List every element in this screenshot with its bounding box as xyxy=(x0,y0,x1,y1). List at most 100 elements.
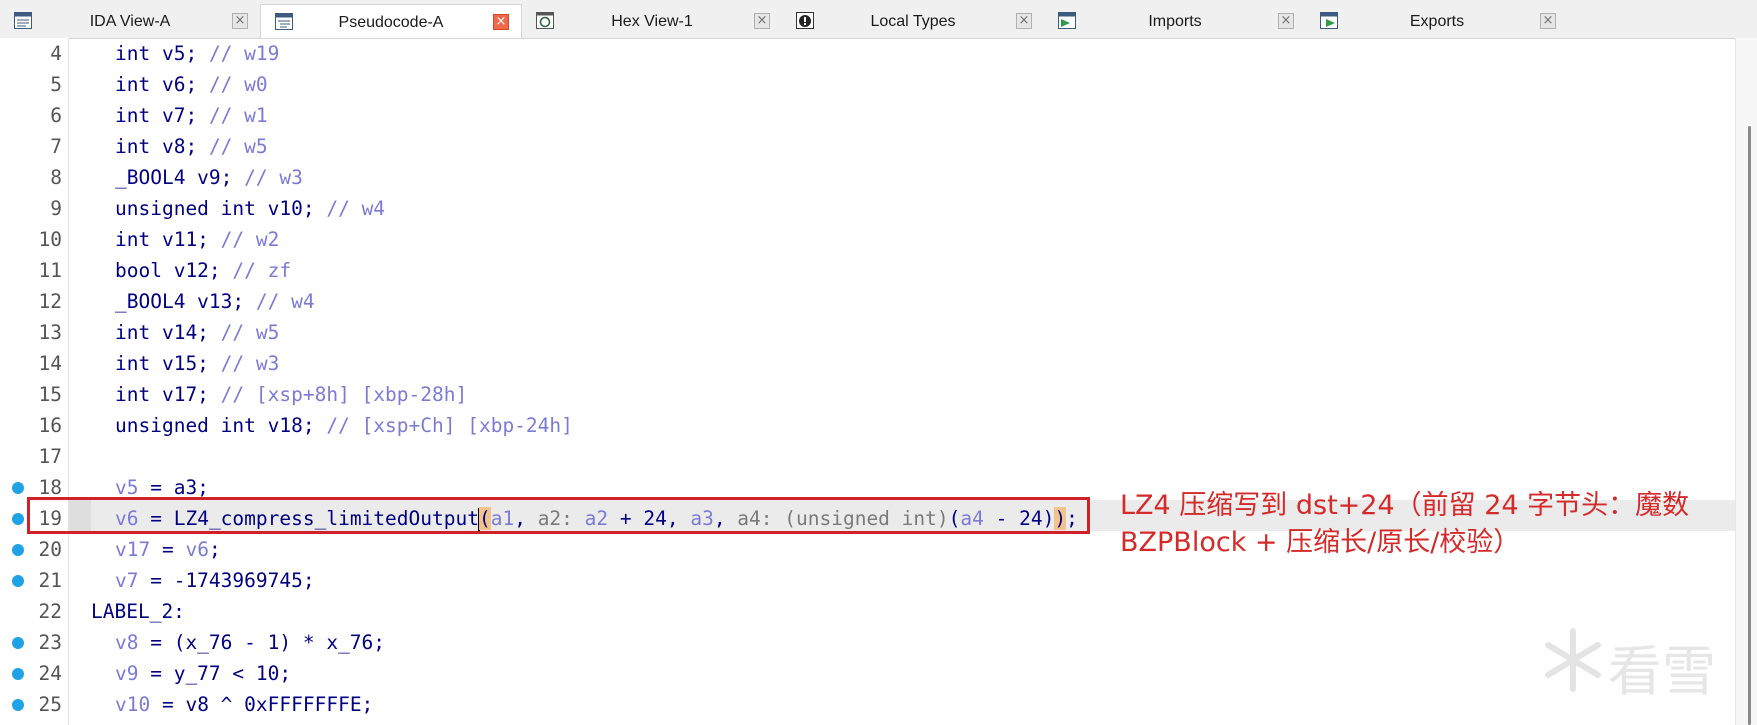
line-number: 6 xyxy=(50,104,62,127)
code-text: _BOOL4 v13; // w4 xyxy=(115,286,315,317)
code-text: v10 = v8 ^ 0xFFFFFFFE; xyxy=(115,689,373,720)
tab-exports[interactable]: Exports × xyxy=(1306,4,1568,38)
hex-view-icon xyxy=(536,12,554,29)
declaration: int v5; xyxy=(115,42,198,65)
annotation-line: BZPBlock + 压缩长/原长/校验） xyxy=(1120,527,1521,558)
code-text: int v14; // w5 xyxy=(115,317,279,348)
code-text: unsigned int v18; // [xsp+Ch] [xbp-24h] xyxy=(115,410,573,441)
close-icon[interactable]: × xyxy=(1278,13,1294,29)
local-types-icon xyxy=(796,12,814,29)
close-icon[interactable]: × xyxy=(232,13,248,29)
comment: // w3 xyxy=(220,352,280,375)
code-text: v17 = v6; xyxy=(115,534,221,565)
declaration: int v15; xyxy=(115,352,209,375)
exports-icon xyxy=(1320,12,1338,29)
watermark-text: 看雪 xyxy=(1608,640,1716,703)
tab-imports[interactable]: Imports × xyxy=(1044,4,1306,38)
code-line[interactable]: 14 int v15; // w3 xyxy=(0,348,1735,379)
line-number: 5 xyxy=(50,73,62,96)
comment: // w4 xyxy=(255,290,315,313)
code-line[interactable]: 22 LABEL_2: xyxy=(0,596,1735,627)
code-text: int v5; // w19 xyxy=(115,38,279,69)
declaration: int v7; xyxy=(115,104,198,127)
code-text: int v7; // w1 xyxy=(115,100,268,131)
declaration: _BOOL4 v13; xyxy=(115,290,245,313)
tab-label: IDA View-A xyxy=(89,13,171,30)
code-line[interactable]: 24 v9 = y_77 < 10; xyxy=(0,658,1735,689)
tab-pseudocode[interactable]: Pseudocode-A × xyxy=(260,4,522,38)
pseudocode-icon xyxy=(275,13,293,30)
line-number: 22 xyxy=(38,600,62,623)
highlight-box xyxy=(27,497,1090,534)
code-text: int v8; // w5 xyxy=(115,131,268,162)
vertical-scrollbar[interactable] xyxy=(1735,38,1757,725)
code-line[interactable]: 25 v10 = v8 ^ 0xFFFFFFFE; xyxy=(0,689,1735,720)
code-line[interactable]: 7 int v8; // w5 xyxy=(0,131,1735,162)
variable: v17 xyxy=(115,538,151,561)
declaration: int v11; xyxy=(115,228,209,251)
tab-ida-view[interactable]: IDA View-A × xyxy=(0,4,260,38)
code-text: int v15; // w3 xyxy=(115,348,279,379)
annotation-line: LZ4 压缩写到 dst+24（前留 24 字节头：魔数 xyxy=(1120,490,1690,521)
declaration: int v6; xyxy=(115,73,198,96)
code-line[interactable]: 4 int v5; // w19 xyxy=(0,38,1735,69)
code-line[interactable]: 11 bool v12; // zf xyxy=(0,255,1735,286)
declaration: bool v12; xyxy=(115,259,221,282)
code-line[interactable]: 9 unsigned int v10; // w4 xyxy=(0,193,1735,224)
comment: // w5 xyxy=(220,321,280,344)
code-text: v9 = y_77 < 10; xyxy=(115,658,291,689)
comment: // w5 xyxy=(208,135,268,158)
close-icon[interactable]: × xyxy=(1016,13,1032,29)
declaration: _BOOL4 v9; xyxy=(115,166,233,189)
close-icon[interactable]: × xyxy=(754,13,770,29)
code-line[interactable]: 8 _BOOL4 v9; // w3 xyxy=(0,162,1735,193)
code-line[interactable]: 13 int v14; // w5 xyxy=(0,317,1735,348)
expression: = (x_76 - 1) * x_76; xyxy=(138,631,386,654)
comment: // zf xyxy=(232,259,292,282)
label: LABEL_2: xyxy=(91,600,185,623)
variable: v6 xyxy=(185,538,209,561)
comment: // w0 xyxy=(208,73,268,96)
comment: // w2 xyxy=(220,228,280,251)
line-number: 4 xyxy=(50,42,62,65)
code-line[interactable]: 6 int v7; // w1 xyxy=(0,100,1735,131)
code-line[interactable]: 12 _BOOL4 v13; // w4 xyxy=(0,286,1735,317)
ida-view-icon xyxy=(14,12,32,29)
tab-local-types[interactable]: Local Types × xyxy=(782,4,1044,38)
snowflake-icon xyxy=(1545,628,1601,692)
code-line[interactable]: 17 xyxy=(0,441,1735,472)
line-number: 24 xyxy=(38,662,62,685)
line-number: 25 xyxy=(38,693,62,716)
line-number: 13 xyxy=(38,321,62,344)
operator: = xyxy=(150,538,186,561)
code-text: int v6; // w0 xyxy=(115,69,268,100)
tab-hex-view[interactable]: Hex View-1 × xyxy=(522,4,782,38)
tab-bar: IDA View-A × Pseudocode-A × Hex View-1 ×… xyxy=(0,0,1757,39)
line-number: 14 xyxy=(38,352,62,375)
line-number: 23 xyxy=(38,631,62,654)
close-icon[interactable]: × xyxy=(493,14,509,30)
comment: // w3 xyxy=(244,166,303,189)
code-line[interactable]: 15 int v17; // [xsp+8h] [xbp-28h] xyxy=(0,379,1735,410)
variable: v7 xyxy=(115,569,139,592)
code-line[interactable]: 10 int v11; // w2 xyxy=(0,224,1735,255)
tab-label: Imports xyxy=(1148,13,1202,30)
line-number: 7 xyxy=(50,135,62,158)
tab-label: Local Types xyxy=(870,13,956,30)
imports-icon xyxy=(1058,12,1076,29)
expression: = a3; xyxy=(138,476,209,499)
declaration: int v14; xyxy=(115,321,209,344)
scrollbar-thumb[interactable] xyxy=(1748,126,1751,725)
code-text: int v17; // [xsp+8h] [xbp-28h] xyxy=(115,379,467,410)
code-line[interactable]: 16 unsigned int v18; // [xsp+Ch] [xbp-24… xyxy=(0,410,1735,441)
line-number: 17 xyxy=(38,445,62,468)
line-number: 20 xyxy=(38,538,62,561)
code-line[interactable]: 23 v8 = (x_76 - 1) * x_76; xyxy=(0,627,1735,658)
code-line[interactable]: 5 int v6; // w0 xyxy=(0,69,1735,100)
code-line[interactable]: 21 v7 = -1743969745; xyxy=(0,565,1735,596)
code-text: v7 = -1743969745; xyxy=(115,565,315,596)
close-icon[interactable]: × xyxy=(1540,13,1556,29)
tab-label: Exports xyxy=(1409,13,1465,30)
line-number: 11 xyxy=(38,259,62,282)
line-number: 12 xyxy=(38,290,62,313)
